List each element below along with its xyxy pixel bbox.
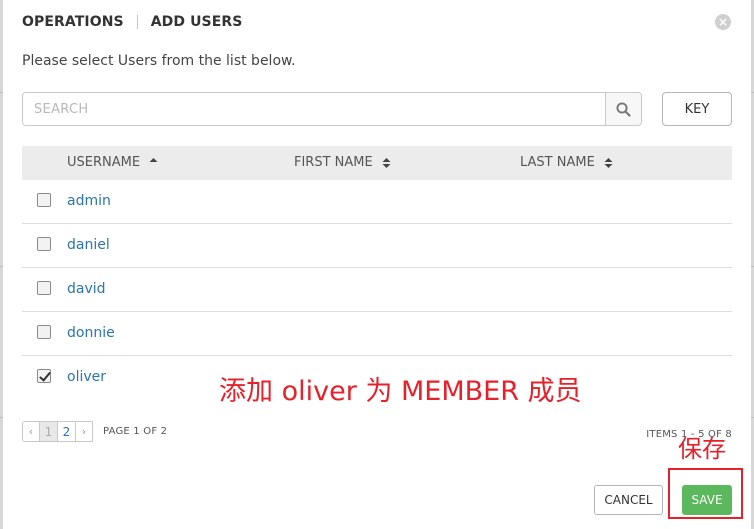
column-last-name[interactable]: LAST NAME	[520, 155, 613, 170]
save-button[interactable]: SAVE	[682, 485, 732, 515]
row-checkbox[interactable]	[37, 237, 51, 251]
edge-tick	[0, 92, 3, 93]
username-link[interactable]: david	[67, 281, 106, 297]
table-row: daniel	[22, 224, 732, 268]
page-title: ADD USERS	[150, 14, 243, 30]
next-page-button[interactable]: ›	[75, 421, 93, 442]
username-link[interactable]: daniel	[67, 237, 110, 253]
search-icon	[616, 101, 631, 117]
page-label: PAGE 1 OF 2	[103, 426, 168, 437]
edge-tick	[0, 266, 3, 267]
search-bar	[22, 92, 642, 126]
row-checkbox[interactable]	[37, 281, 51, 295]
cancel-button[interactable]: CANCEL	[594, 485, 663, 515]
username-link[interactable]: admin	[67, 193, 111, 209]
column-label: FIRST NAME	[294, 155, 373, 170]
table-row: david	[22, 268, 732, 312]
table-header: USERNAME FIRST NAME LAST NAME	[22, 146, 732, 180]
column-username[interactable]: USERNAME	[67, 155, 158, 170]
table-row: admin	[22, 180, 732, 224]
page-2-button[interactable]: 2	[57, 421, 76, 442]
close-icon[interactable]: ×	[715, 14, 731, 30]
breadcrumb-operations[interactable]: OPERATIONS	[22, 14, 124, 30]
row-checkbox[interactable]	[37, 193, 51, 207]
annotation-add-member: 添加 oliver 为 MEMBER 成员	[219, 376, 582, 407]
search-input[interactable]	[23, 93, 605, 125]
row-checkbox-checked[interactable]	[37, 369, 51, 383]
users-table: USERNAME FIRST NAME LAST NAME admin dani…	[22, 146, 732, 400]
column-first-name[interactable]: FIRST NAME	[294, 155, 391, 170]
column-label: LAST NAME	[520, 155, 595, 170]
pagination: ‹ 1 2 › PAGE 1 OF 2	[22, 421, 167, 442]
instructions-text: Please select Users from the list below.	[22, 53, 296, 69]
table-row: donnie	[22, 312, 732, 356]
breadcrumb-divider	[136, 15, 138, 29]
column-label: USERNAME	[67, 155, 141, 170]
annotation-save: 保存	[678, 435, 726, 463]
breadcrumb: OPERATIONS ADD USERS	[22, 13, 242, 31]
search-button[interactable]	[605, 93, 641, 125]
edge-tick	[0, 417, 3, 418]
username-link[interactable]: oliver	[67, 369, 106, 385]
left-edge	[0, 0, 3, 529]
sort-icon	[604, 157, 613, 168]
sort-icon	[382, 157, 391, 168]
page-1-button[interactable]: 1	[39, 421, 58, 442]
key-button[interactable]: KEY	[662, 92, 732, 126]
row-checkbox[interactable]	[37, 325, 51, 339]
sort-ascending-icon	[149, 157, 158, 162]
prev-page-button[interactable]: ‹	[22, 421, 40, 442]
username-link[interactable]: donnie	[67, 325, 115, 341]
